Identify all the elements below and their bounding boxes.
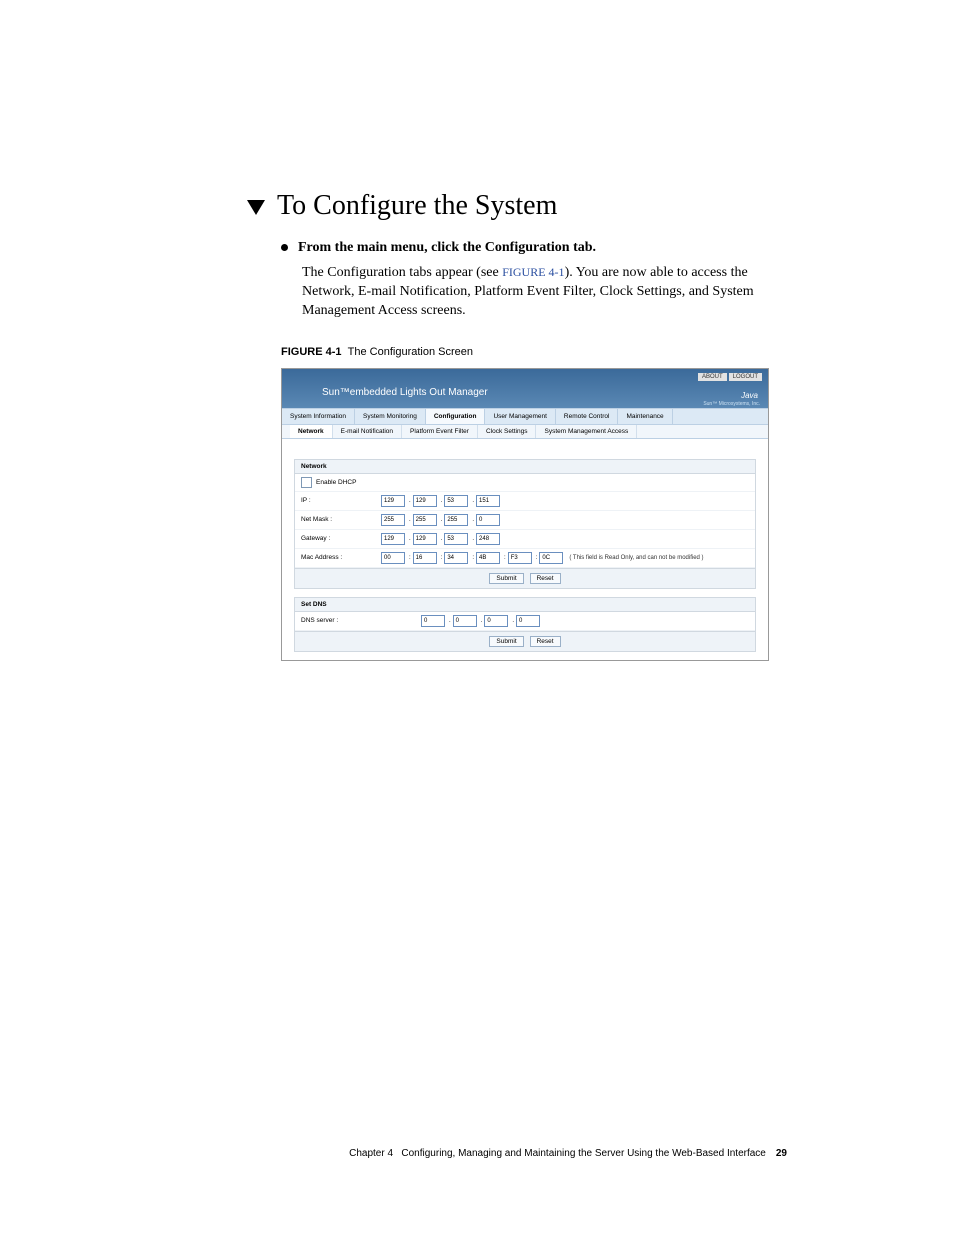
netmask-row: Net Mask : 255. 255. 255. 0 xyxy=(295,511,755,530)
enable-dhcp-row: Enable DHCP xyxy=(295,474,755,492)
dns-octet-1[interactable]: 0 xyxy=(421,615,445,627)
footer-chapter: Chapter 4 xyxy=(349,1148,393,1159)
dns-label: DNS server : xyxy=(301,617,421,624)
java-logo: Java xyxy=(741,391,758,400)
network-reset-button[interactable]: Reset xyxy=(530,573,561,584)
figure-title: The Configuration Screen xyxy=(348,346,473,358)
mac-octet-6: 0C xyxy=(539,552,563,564)
dns-octet-3[interactable]: 0 xyxy=(484,615,508,627)
triangle-icon xyxy=(247,200,265,215)
app-title: Sun™embedded Lights Out Manager xyxy=(322,387,758,398)
figure-link[interactable]: FIGURE 4-1 xyxy=(502,265,564,279)
dns-octet-2[interactable]: 0 xyxy=(453,615,477,627)
mac-octet-3: 34 xyxy=(444,552,468,564)
dns-octet-4[interactable]: 0 xyxy=(516,615,540,627)
footer-title: Configuring, Managing and Maintaining th… xyxy=(401,1148,765,1159)
section-heading: To Configure the System xyxy=(247,190,787,222)
dns-panel-title: Set DNS xyxy=(295,598,755,612)
app-header: ABOUT LOGOUT Sun™embedded Lights Out Man… xyxy=(282,369,768,408)
tab-configuration[interactable]: Configuration xyxy=(426,409,486,424)
subtab-system-management-access[interactable]: System Management Access xyxy=(536,425,637,438)
gateway-label: Gateway : xyxy=(301,535,381,542)
gateway-row: Gateway : 129. 129. 53. 248 xyxy=(295,530,755,549)
mac-octet-5: F3 xyxy=(508,552,532,564)
corp-label: Sun™ Microsystems, Inc. xyxy=(703,401,760,407)
step-line: From the main menu, click the Configurat… xyxy=(281,240,787,256)
tab-maintenance[interactable]: Maintenance xyxy=(618,409,672,424)
tab-system-information[interactable]: System Information xyxy=(282,409,355,424)
network-submit-button[interactable]: Submit xyxy=(489,573,523,584)
enable-dhcp-label: Enable DHCP xyxy=(316,479,356,486)
mac-octet-2: 16 xyxy=(413,552,437,564)
gateway-octet-1[interactable]: 129 xyxy=(381,533,405,545)
subtab-platform-event-filter[interactable]: Platform Event Filter xyxy=(402,425,478,438)
page-footer: Chapter 4 Configuring, Managing and Main… xyxy=(247,1148,787,1159)
step-text: From the main menu, click the Configurat… xyxy=(298,240,596,255)
sub-tab-row: Network E-mail Notification Platform Eve… xyxy=(282,425,768,439)
dns-reset-button[interactable]: Reset xyxy=(530,636,561,647)
dns-button-row: Submit Reset xyxy=(295,631,755,651)
body-paragraph: The Configuration tabs appear (see FIGUR… xyxy=(302,264,787,321)
gateway-octet-4[interactable]: 248 xyxy=(476,533,500,545)
ip-octet-3[interactable]: 53 xyxy=(444,495,468,507)
netmask-octet-3[interactable]: 255 xyxy=(444,514,468,526)
tab-system-monitoring[interactable]: System Monitoring xyxy=(355,409,426,424)
mac-row: Mac Address : 00: 16: 34: 4B: F3: 0C ( T… xyxy=(295,549,755,568)
logout-button[interactable]: LOGOUT xyxy=(729,373,762,381)
tab-user-management[interactable]: User Management xyxy=(485,409,555,424)
network-panel: Network Enable DHCP IP : 129. 129. 53. 1… xyxy=(294,459,756,589)
netmask-octet-1[interactable]: 255 xyxy=(381,514,405,526)
tab-remote-control[interactable]: Remote Control xyxy=(556,409,619,424)
netmask-octet-4[interactable]: 0 xyxy=(476,514,500,526)
network-panel-title: Network xyxy=(295,460,755,474)
gateway-octet-2[interactable]: 129 xyxy=(413,533,437,545)
main-tab-row: System Information System Monitoring Con… xyxy=(282,408,768,425)
ip-octet-1[interactable]: 129 xyxy=(381,495,405,507)
body-prefix: The Configuration tabs appear (see xyxy=(302,265,502,280)
netmask-octet-2[interactable]: 255 xyxy=(413,514,437,526)
ip-octet-4[interactable]: 151 xyxy=(476,495,500,507)
subtab-network[interactable]: Network xyxy=(290,425,333,438)
page-number: 29 xyxy=(776,1148,787,1159)
dns-row: DNS server : 0. 0. 0. 0 xyxy=(295,612,755,631)
enable-dhcp-checkbox[interactable] xyxy=(301,477,312,488)
mac-readonly-note: ( This field is Read Only, and can not b… xyxy=(569,555,703,561)
subtab-clock-settings[interactable]: Clock Settings xyxy=(478,425,537,438)
config-screenshot: ABOUT LOGOUT Sun™embedded Lights Out Man… xyxy=(281,368,769,661)
mac-octet-4: 4B xyxy=(476,552,500,564)
about-button[interactable]: ABOUT xyxy=(698,373,727,381)
network-button-row: Submit Reset xyxy=(295,568,755,588)
dns-panel: Set DNS DNS server : 0. 0. 0. 0 Submit R… xyxy=(294,597,756,652)
ip-label: IP : xyxy=(301,497,381,504)
dns-submit-button[interactable]: Submit xyxy=(489,636,523,647)
figure-label: FIGURE 4-1 xyxy=(281,346,342,358)
netmask-label: Net Mask : xyxy=(301,516,381,523)
heading-text: To Configure the System xyxy=(277,190,557,221)
ip-row: IP : 129. 129. 53. 151 xyxy=(295,492,755,511)
mac-octet-1: 00 xyxy=(381,552,405,564)
subtab-email-notification[interactable]: E-mail Notification xyxy=(333,425,402,438)
figure-caption: FIGURE 4-1 The Configuration Screen xyxy=(281,346,787,358)
bullet-icon xyxy=(281,244,288,251)
mac-label: Mac Address : xyxy=(301,554,381,561)
ip-octet-2[interactable]: 129 xyxy=(413,495,437,507)
gateway-octet-3[interactable]: 53 xyxy=(444,533,468,545)
